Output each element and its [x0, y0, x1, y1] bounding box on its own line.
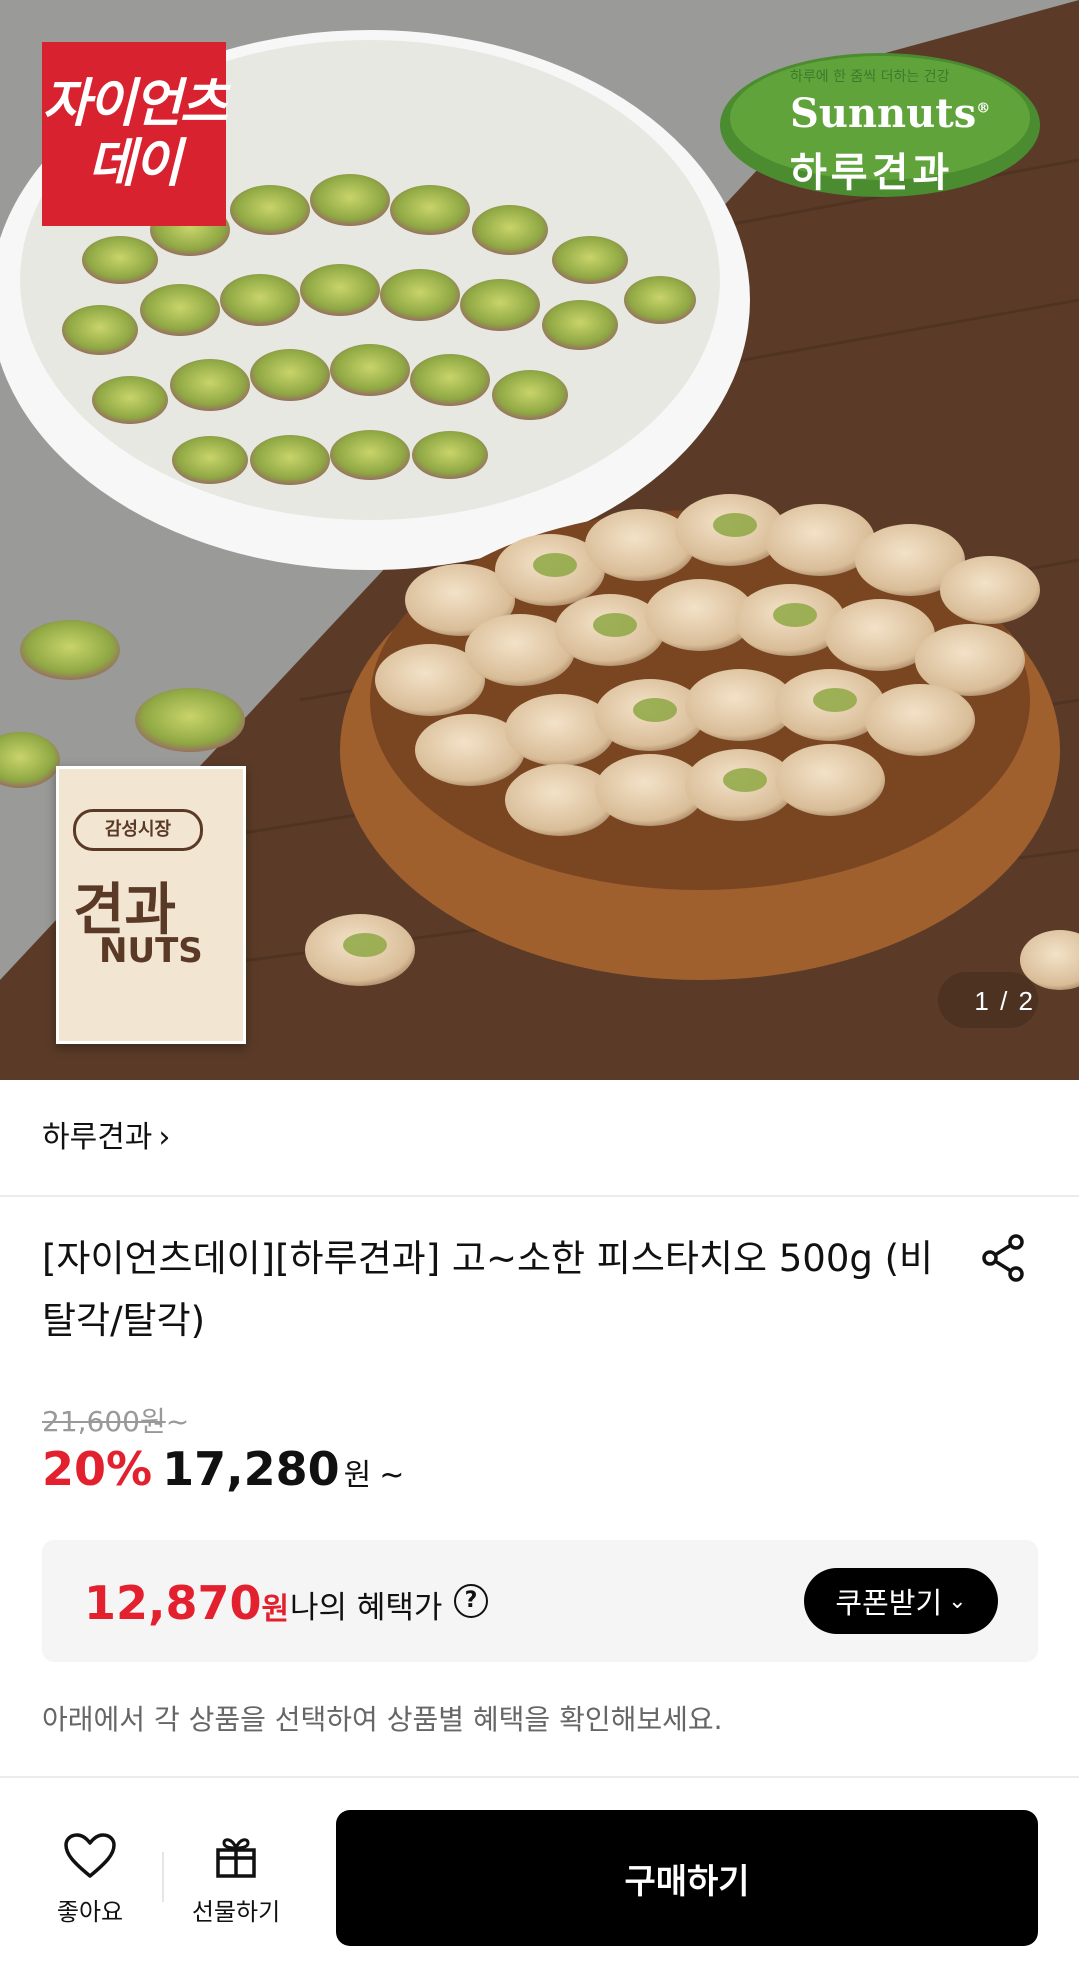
bottom-bar-divider [0, 1776, 1079, 1778]
sale-price-suffix: ~ [379, 1458, 405, 1493]
help-icon[interactable]: ? [454, 1584, 488, 1618]
favorite-label: 좋아요 [56, 1898, 124, 1926]
heart-icon [64, 1833, 116, 1878]
gift-icon [216, 1838, 256, 1878]
sunnuts-logo: 하루에 한 줌씩 더하는 건강 Sunnuts® 하루견과 [730, 60, 1040, 196]
carousel-counter: 1 / 2 [974, 986, 1035, 1016]
my-benefit-box: 12,870원 나의 혜택가 ? 쿠폰받기 ⌄ [42, 1540, 1038, 1662]
favorite-button[interactable]: 좋아요 [42, 1832, 138, 1927]
discount-rate: 20% [42, 1442, 153, 1496]
gift-button[interactable]: 선물하기 [184, 1832, 288, 1927]
seller-name: 하루견과 [42, 1120, 153, 1155]
original-price-value: 21,600원 [42, 1405, 166, 1438]
benefit-price: 12,870원 [84, 1576, 289, 1630]
product-title: [자이언츠데이][하루견과] 고~소한 피스타치오 500g (비탈각/탈각) [42, 1237, 934, 1342]
sale-price-currency: 원 [343, 1458, 372, 1493]
original-price-suffix: ~ [165, 1405, 190, 1438]
benefit-price-currency: 원 [261, 1592, 290, 1627]
product-package: 감성시장 견과 NUTS [56, 766, 246, 1044]
benefit-price-value: 12,870 [84, 1576, 262, 1630]
get-coupon-button[interactable]: 쿠폰받기 ⌄ [804, 1568, 998, 1634]
buy-button[interactable]: 구매하기 [336, 1810, 1038, 1946]
registered-mark: ® [976, 100, 991, 117]
sale-price-row: 20% 17,280 원 ~ [42, 1442, 404, 1502]
product-image-carousel[interactable]: 자이언츠 데이 하루에 한 줌씩 더하는 건강 Sunnuts® 하루견과 감성… [0, 0, 1079, 1080]
bottom-separator [162, 1852, 164, 1902]
package-label: 감성시장 [73, 809, 203, 851]
share-icon[interactable] [978, 1232, 1030, 1284]
chevron-right-icon: › [158, 1120, 171, 1155]
sunnuts-tagline: 하루에 한 줌씩 더하는 건강 [790, 69, 950, 85]
giants-day-logo: 자이언츠 데이 [42, 42, 228, 226]
logo-text-line2: 데이 [88, 134, 182, 194]
coupon-button-label: 쿠폰받기 [835, 1586, 943, 1620]
sunnuts-en-text: Sunnuts [790, 90, 977, 137]
original-price: 21,600원~ [42, 1400, 189, 1440]
sunnuts-ko: 하루견과 [790, 150, 954, 196]
sunnuts-en: Sunnuts® [790, 90, 990, 137]
logo-text-line1: 자이언츠 [42, 74, 227, 134]
seller-link[interactable]: 하루견과 › [42, 1112, 170, 1156]
buy-button-label: 구매하기 [624, 1861, 750, 1902]
benefit-label: 나의 혜택가 [290, 1590, 443, 1626]
divider [0, 1195, 1079, 1197]
sale-price: 17,280 [162, 1442, 340, 1496]
package-nuts: NUTS [99, 931, 203, 971]
gift-label: 선물하기 [191, 1898, 281, 1926]
benefit-note: 아래에서 각 상품을 선택하여 상품별 혜택을 확인해보세요. [42, 1703, 723, 1736]
chevron-down-icon: ⌄ [948, 1588, 967, 1614]
